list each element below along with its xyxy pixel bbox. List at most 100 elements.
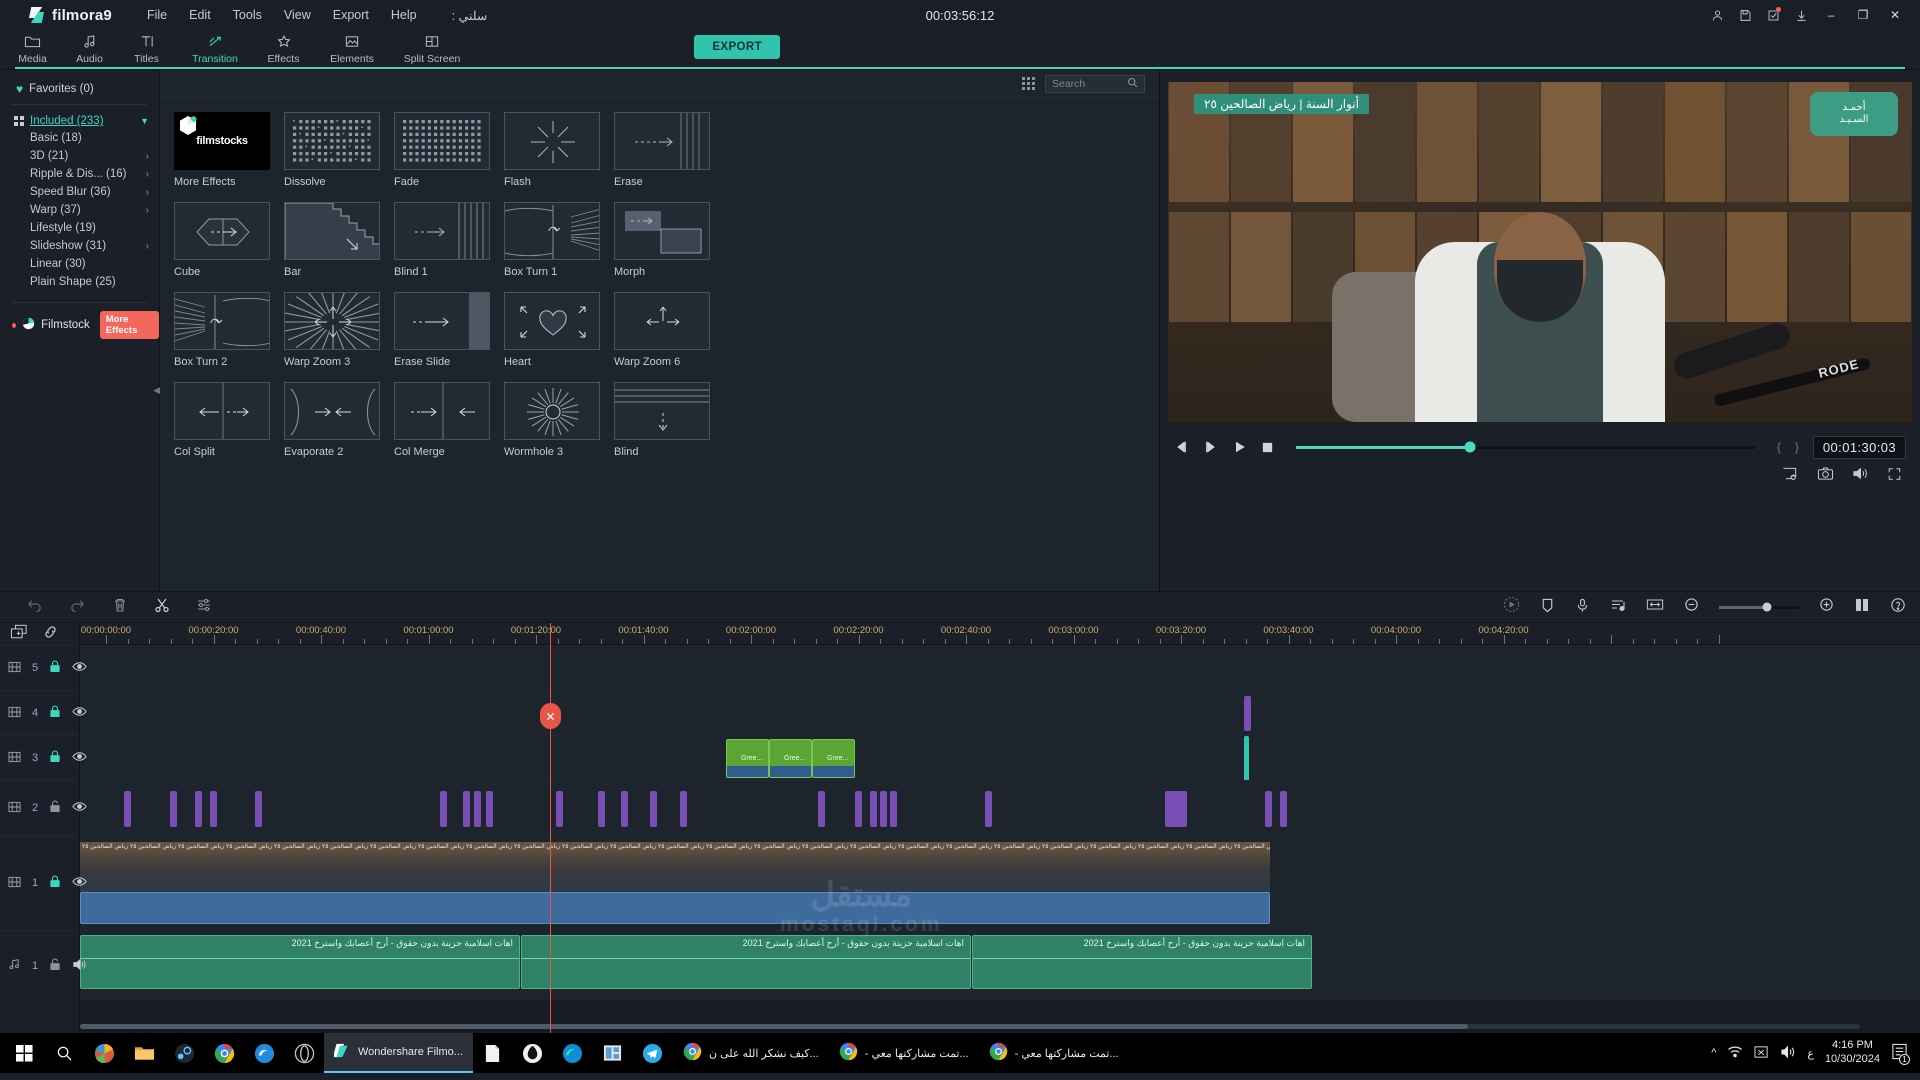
sidebar-item-included[interactable]: Included (233) ▼ — [0, 113, 159, 129]
audio-clip-2[interactable]: اهات اسلامية حزينة بدون حقوق - أرح أعصاب… — [521, 935, 971, 989]
marker-icon[interactable] — [1540, 597, 1555, 618]
timeline-clip-marker[interactable] — [1244, 736, 1249, 781]
timeline-clip[interactable] — [818, 791, 825, 827]
filmstrip-thumbnail[interactable]: أنوار السنة | رياض الصالحين ٢٥ — [1040, 842, 1088, 892]
notepad-icon[interactable] — [473, 1033, 513, 1073]
timeline-clip[interactable] — [621, 791, 628, 827]
timeline-track-video-5[interactable] — [80, 645, 1920, 690]
player-timecode[interactable]: 00:01:30:03 — [1812, 435, 1906, 459]
telegram-icon[interactable] — [633, 1033, 673, 1073]
render-preview-icon[interactable] — [1503, 596, 1520, 618]
excel-icon[interactable] — [1754, 1045, 1769, 1062]
sidebar-item-basic[interactable]: Basic (18) — [0, 129, 159, 147]
split-icon[interactable] — [154, 597, 170, 618]
progress-handle[interactable] — [1464, 441, 1476, 453]
transition-item[interactable]: Box Turn 1 — [504, 202, 614, 292]
minimize-button[interactable]: – — [1816, 2, 1846, 28]
delete-icon[interactable] — [112, 597, 128, 618]
timeline-clip[interactable] — [1244, 696, 1251, 731]
fullscreen-icon[interactable] — [1887, 467, 1902, 486]
menu-export[interactable]: Export — [322, 4, 380, 26]
timeline-tracks-area[interactable]: 00:00:00:00 00:00:20:00 00:00:40:00 00:01:0… — [80, 623, 1920, 1033]
add-track-icon[interactable] — [10, 624, 28, 645]
timeline-clip[interactable] — [463, 791, 470, 827]
transition-item[interactable]: Evaporate 2 — [284, 382, 394, 472]
transition-item[interactable]: Bar — [284, 202, 394, 292]
speaker-icon[interactable] — [72, 958, 87, 974]
filmstrip-thumbnail[interactable]: أنوار السنة | رياض الصالحين ٢٥ — [272, 842, 320, 892]
audio-mixer-icon[interactable] — [1610, 597, 1626, 618]
filmstock-label[interactable]: Filmstock — [41, 319, 90, 331]
maximize-button[interactable]: ❐ — [1848, 2, 1878, 28]
filmstrip-thumbnail[interactable]: أنوار السنة | رياض الصالحين ٢٥ — [416, 842, 464, 892]
menu-view[interactable]: View — [273, 4, 322, 26]
zoom-in-icon[interactable] — [1819, 597, 1834, 617]
timeline-clip-green-2[interactable]: Gree... — [769, 739, 812, 778]
sidebar-item-lifestyle[interactable]: Lifestyle (19) — [0, 219, 159, 237]
filmstrip-thumbnail[interactable]: أنوار السنة | رياض الصالحين ٢٥ — [80, 842, 128, 892]
filmstrip-thumbnail[interactable]: أنوار السنة | رياض الصالحين ٢٥ — [992, 842, 1040, 892]
timeline-clip[interactable] — [650, 791, 657, 827]
tab-effects[interactable]: Effects — [255, 30, 312, 65]
timeline-track-video-4[interactable] — [80, 690, 1920, 735]
news-icon[interactable] — [593, 1033, 633, 1073]
lock-icon[interactable] — [49, 875, 61, 891]
track-header-video-2[interactable]: 2 — [0, 780, 87, 835]
sidebar-item-3d[interactable]: 3D (21) › — [0, 147, 159, 165]
timeline-clip[interactable] — [210, 791, 217, 827]
timeline-clip[interactable] — [486, 791, 493, 827]
video-filmstrip[interactable]: أنوار السنة | رياض الصالحين ٢٥أنوار السن… — [80, 842, 1270, 892]
transition-item[interactable]: Flash — [504, 112, 614, 202]
redo-icon[interactable] — [69, 597, 86, 617]
sidebar-item-slideshow[interactable]: Slideshow (31) › — [0, 237, 159, 255]
language-indicator[interactable]: ع — [1807, 1047, 1814, 1060]
taskbar-app-filmora[interactable]: Wondershare Filmo... — [324, 1033, 473, 1073]
video-clip-body[interactable] — [80, 892, 1270, 924]
split-view-icon[interactable] — [1854, 597, 1870, 618]
menu-file[interactable]: File — [136, 4, 178, 26]
timeline-clip[interactable] — [855, 791, 862, 827]
filmstrip-thumbnail[interactable]: أنوار السنة | رياض الصالحين ٢٥ — [656, 842, 704, 892]
zoom-out-icon[interactable] — [1684, 597, 1699, 617]
transition-item[interactable]: Warp Zoom 6 — [614, 292, 724, 382]
sidebar-item-linear[interactable]: Linear (30) — [0, 255, 159, 273]
filmstrip-thumbnail[interactable]: أنوار السنة | رياض الصالحين ٢٥ — [1232, 842, 1270, 892]
transition-item[interactable]: Erase — [614, 112, 724, 202]
playhead-split-marker[interactable] — [540, 703, 561, 729]
zoom-slider-handle[interactable] — [1762, 602, 1772, 612]
transition-item[interactable]: filmstocks More Effects — [174, 112, 284, 202]
track-header-video-1[interactable]: 1 — [0, 835, 87, 930]
close-button[interactable]: ✕ — [1880, 2, 1910, 28]
filmstrip-thumbnail[interactable]: أنوار السنة | رياض الصالحين ٢٥ — [944, 842, 992, 892]
menu-help[interactable]: Help — [380, 4, 428, 26]
transition-item[interactable]: Warp Zoom 3 — [284, 292, 394, 382]
wifi-icon[interactable] — [1727, 1045, 1743, 1061]
tab-media[interactable]: Media — [4, 30, 61, 65]
timeline-clip[interactable] — [556, 791, 563, 827]
filmstrip-thumbnail[interactable]: أنوار السنة | رياض الصالحين ٢٥ — [176, 842, 224, 892]
chrome-icon[interactable] — [204, 1033, 244, 1073]
help-icon[interactable] — [1890, 597, 1906, 618]
task-view-icon[interactable] — [84, 1033, 124, 1073]
tab-titles[interactable]: Titles — [118, 30, 175, 65]
edge-icon[interactable] — [553, 1033, 593, 1073]
search-icon[interactable] — [44, 1033, 84, 1073]
search-input[interactable]: Search — [1045, 74, 1145, 93]
filmstrip-thumbnail[interactable]: أنوار السنة | رياض الصالحين ٢٥ — [512, 842, 560, 892]
volume-icon[interactable] — [1852, 466, 1869, 486]
timeline-clip[interactable] — [124, 791, 131, 827]
taskbar-clock[interactable]: 4:16 PM 10/30/2024 — [1825, 1039, 1880, 1067]
file-explorer-icon[interactable] — [124, 1033, 164, 1073]
scrollbar-thumb[interactable] — [80, 1024, 1469, 1029]
obs-icon[interactable] — [284, 1033, 324, 1073]
settings-icon[interactable] — [196, 597, 212, 618]
sidebar-item-favorites[interactable]: ♥ Favorites (0) — [0, 78, 159, 102]
mark-in-icon[interactable]: { — [1777, 440, 1781, 454]
timeline-clip[interactable] — [195, 791, 202, 827]
timeline-clip[interactable] — [680, 791, 687, 827]
transition-item[interactable]: Heart — [504, 292, 614, 382]
chevron-up-icon[interactable]: ^ — [1711, 1047, 1716, 1059]
transition-item[interactable]: Blind 1 — [394, 202, 504, 292]
filmstock-more-effects-badge[interactable]: More Effects — [99, 311, 159, 339]
track-header-video-5[interactable]: 5 — [0, 645, 87, 690]
